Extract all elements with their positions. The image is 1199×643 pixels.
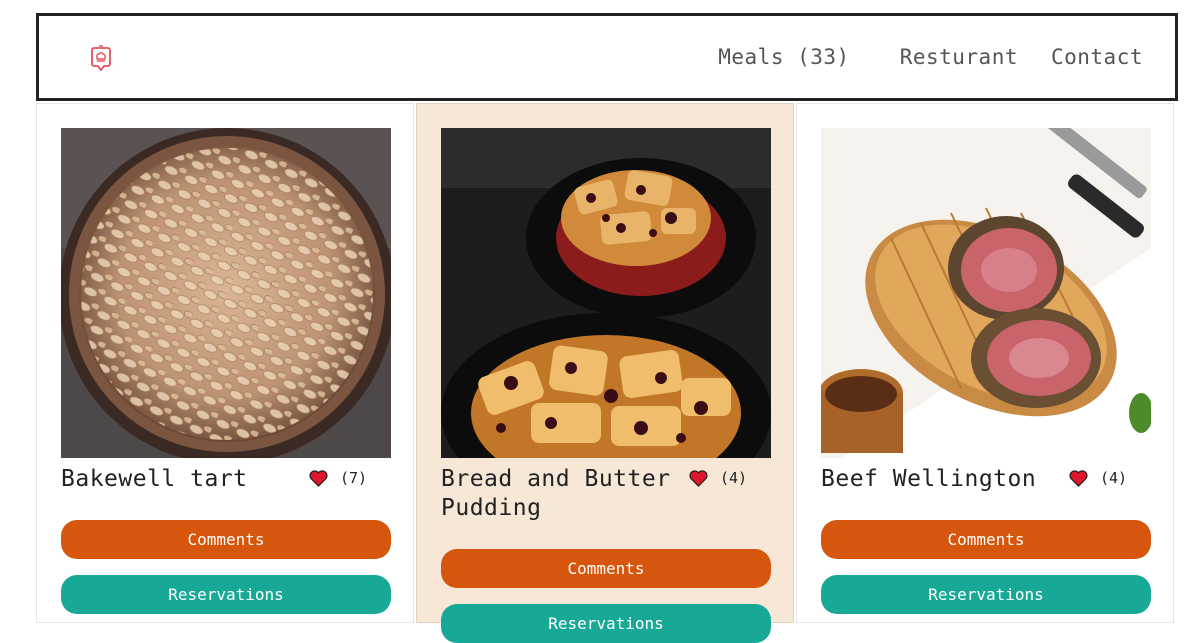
meal-title: Beef Wellington xyxy=(821,466,1037,492)
meal-card-bakewell-tart: Bakewell tart (7) Comments Reservations xyxy=(36,103,414,623)
site-header: Meals (33) Resturant Contact xyxy=(36,13,1178,101)
chef-hat-icon[interactable] xyxy=(89,44,113,74)
meal-card-bread-and-butter-pudding: Bread and Butter Pudding (4) Comments Re… xyxy=(416,103,794,643)
meal-image xyxy=(821,128,1151,458)
meal-image xyxy=(441,128,771,458)
meal-title: Bread and Butter Pudding xyxy=(441,466,671,521)
reservations-button[interactable]: Reservations xyxy=(61,575,391,614)
likes: (4) xyxy=(689,469,747,487)
reservations-button[interactable]: Reservations xyxy=(441,604,771,643)
likes-count: (4) xyxy=(720,469,748,487)
main-nav: Meals (33) Resturant Contact xyxy=(718,42,1143,72)
comments-button[interactable]: Comments xyxy=(441,549,771,588)
meal-title: Bakewell tart xyxy=(61,466,248,492)
comments-button[interactable]: Comments xyxy=(61,520,391,559)
heart-icon[interactable] xyxy=(309,469,328,487)
likes: (7) xyxy=(309,469,367,487)
meal-card-beef-wellington: Beef Wellington (4) Comments Reservation… xyxy=(796,103,1174,623)
nav-meals-link[interactable]: Meals (33) xyxy=(718,42,849,72)
reservations-button[interactable]: Reservations xyxy=(821,575,1151,614)
heart-icon[interactable] xyxy=(689,469,708,487)
nav-contact-link[interactable]: Contact xyxy=(1051,42,1143,72)
likes: (4) xyxy=(1069,469,1127,487)
meal-image xyxy=(61,128,391,458)
nav-restaurant-link[interactable]: Resturant xyxy=(900,42,1018,72)
likes-count: (4) xyxy=(1100,469,1128,487)
heart-icon[interactable] xyxy=(1069,469,1088,487)
likes-count: (7) xyxy=(340,469,368,487)
comments-button[interactable]: Comments xyxy=(821,520,1151,559)
